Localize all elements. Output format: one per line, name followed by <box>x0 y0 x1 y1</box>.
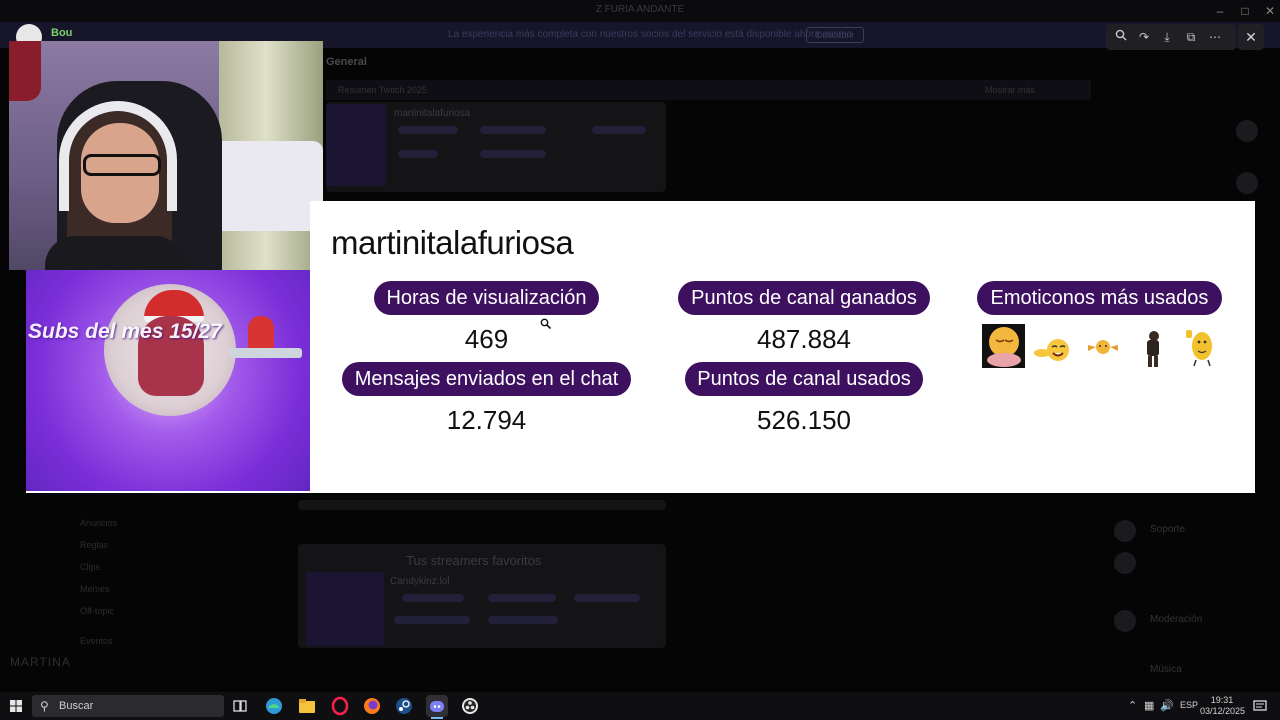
viewer-toolbar: ↷ ⤓ ⧉ ⋯ <box>1106 24 1236 50</box>
member-avatar[interactable] <box>1236 120 1258 142</box>
notification-icon[interactable] <box>1252 698 1268 714</box>
search-placeholder: Buscar <box>59 700 94 712</box>
footer-username[interactable]: MARTINA <box>10 655 71 669</box>
bg-card-title: martinitalafuriosa <box>394 108 471 119</box>
zoom-in-icon[interactable] <box>1112 28 1130 46</box>
screen: Z FURIA ANDANTE – □ ✕ La experiencia más… <box>0 0 1280 720</box>
task-view-icon[interactable] <box>229 695 251 717</box>
window-close-icon[interactable]: ✕ <box>1258 2 1280 20</box>
obs-icon[interactable] <box>459 695 481 717</box>
bg-favorites-heading: Tus streamers favoritos <box>406 553 542 568</box>
chevron-up-icon[interactable]: ⌃ <box>1128 699 1137 712</box>
sidebar-item[interactable]: Off-topic <box>80 606 114 616</box>
messages-sent-label: Mensajes enviados en el chat <box>342 362 631 396</box>
blushing-face-emote <box>982 322 1026 368</box>
clock[interactable]: 19:31 03/12/2025 <box>1200 695 1246 717</box>
member-name[interactable]: Música <box>1150 664 1182 675</box>
messages-sent-value: 12.794 <box>446 405 527 435</box>
bg-pill <box>488 594 556 602</box>
webcam-shirt <box>45 236 185 270</box>
bg-pill <box>480 150 546 158</box>
discord-icon[interactable] <box>426 695 448 719</box>
member-avatar[interactable] <box>1114 552 1136 574</box>
banner-text: La experiencia más completa con nuestros… <box>448 29 853 40</box>
channel-title: General <box>326 56 367 68</box>
watch-hours-label: Horas de visualización <box>374 281 599 315</box>
bg-pill <box>574 594 640 602</box>
search-icon: ⚲ <box>40 699 49 713</box>
close-icon[interactable]: ✕ <box>1238 24 1264 50</box>
banner-button[interactable]: Descubrir <box>806 27 864 43</box>
subs-of-month-panel: Subs del mes 15/27 <box>26 270 310 491</box>
bg-pill <box>480 126 546 134</box>
bg-pill <box>488 616 558 624</box>
laughing-emote <box>1030 322 1074 368</box>
member-avatar[interactable] <box>1236 172 1258 194</box>
overlay-username: Bou <box>51 27 73 39</box>
strip-left-text: Resumen Twitch 2025 <box>338 85 427 95</box>
bg-pill <box>398 150 438 158</box>
maximize-icon[interactable]: □ <box>1233 2 1257 20</box>
open-external-icon[interactable]: ⧉ <box>1182 28 1200 46</box>
network-icon[interactable]: ▦ <box>1144 699 1154 712</box>
taskbar-search-input[interactable]: ⚲ Buscar <box>32 695 224 717</box>
member-avatar[interactable] <box>1114 520 1136 542</box>
minimize-icon[interactable]: – <box>1208 2 1232 20</box>
bowing-man-emote <box>1134 322 1178 368</box>
clock-date: 03/12/2025 <box>1200 706 1246 716</box>
announcement-strip <box>326 80 1091 100</box>
clock-time: 19:31 <box>1210 695 1234 705</box>
hugging-emote <box>1082 322 1126 368</box>
watch-hours-value: 469 <box>464 324 509 354</box>
more-icon[interactable]: ⋯ <box>1206 28 1224 46</box>
download-icon[interactable]: ⤓ <box>1158 28 1176 46</box>
santa-icon <box>248 316 274 350</box>
bg-pill <box>402 594 464 602</box>
bg-favorite-thumbnail <box>306 572 384 646</box>
page-title: martinitalafuriosa <box>331 224 574 261</box>
member-name[interactable]: Moderación <box>1150 614 1202 625</box>
sidebar-item[interactable]: Memes <box>80 584 110 594</box>
sidebar-item[interactable]: Clips <box>80 562 100 572</box>
windows-start-icon[interactable] <box>6 696 26 716</box>
firefox-icon[interactable] <box>361 695 383 717</box>
bg-card-footer <box>298 500 666 510</box>
share-icon[interactable]: ↷ <box>1135 28 1153 46</box>
member-name[interactable]: Soporte <box>1150 524 1185 535</box>
edge-icon[interactable] <box>263 695 285 717</box>
zoom-cursor-icon <box>540 316 552 330</box>
desk-icon <box>230 348 302 358</box>
channel-points-earned-value: 487.884 <box>757 324 851 354</box>
member-avatar[interactable] <box>1114 610 1136 632</box>
language-indicator[interactable]: ESP <box>1180 700 1198 710</box>
most-used-emotes-label: Emoticonos más usados <box>977 281 1222 315</box>
recap-card-bottom-edge <box>26 491 310 493</box>
channel-points-used-label: Puntos de canal usados <box>685 362 923 396</box>
sidebar-item[interactable]: Eventos <box>80 636 113 646</box>
sidebar-item[interactable]: Anuncios <box>80 518 117 528</box>
strip-right-link[interactable]: Mostrar más <box>985 85 1035 95</box>
window-title: Z FURIA ANDANTE <box>595 4 685 15</box>
channel-points-earned-label: Puntos de canal ganados <box>678 281 930 315</box>
window-titlebar: Z FURIA ANDANTE – □ ✕ <box>0 0 1280 22</box>
bg-pill <box>394 616 470 624</box>
subs-counter-text: Subs del mes 15/27 <box>28 320 222 343</box>
bg-favorite-name: Candykinz.lol <box>390 576 450 587</box>
glasses-icon <box>83 154 161 176</box>
volume-icon[interactable]: 🔊 <box>1160 699 1174 712</box>
thumbs-up-emote <box>1180 322 1224 368</box>
opera-gx-icon[interactable] <box>329 695 351 717</box>
bg-pill <box>592 126 646 134</box>
club-logo-icon <box>9 41 41 101</box>
channel-points-used-value: 526.150 <box>757 405 851 435</box>
active-app-indicator <box>431 717 443 719</box>
taskbar: ⚲ Buscar ⌃ ▦ 🔊 ESP 19:31 03/12/2025 <box>0 692 1280 720</box>
steam-icon[interactable] <box>393 695 415 717</box>
bg-card-thumbnail <box>326 104 386 186</box>
file-explorer-icon[interactable] <box>296 695 318 717</box>
webcam-feed <box>9 41 323 270</box>
bg-pill <box>398 126 458 134</box>
sidebar-item[interactable]: Reglas <box>80 540 108 550</box>
